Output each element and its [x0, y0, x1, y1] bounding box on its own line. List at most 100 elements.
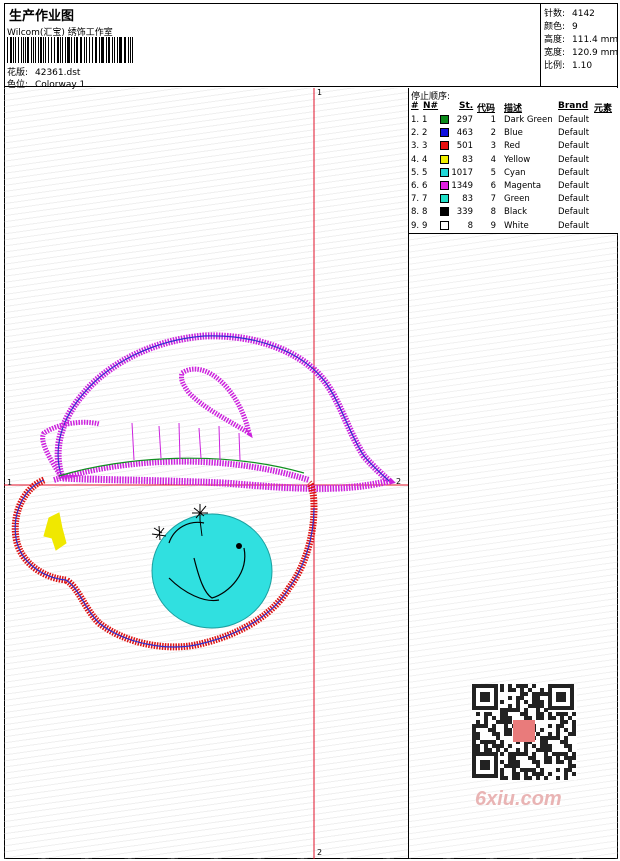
row-code: 6: [490, 181, 496, 191]
stat-scale: 比例: 1.10: [544, 61, 593, 71]
color-swatch: [440, 154, 449, 164]
embroidery-drawing: [4, 88, 408, 859]
row-code: 3: [490, 141, 496, 152]
table-row: 7. 7 83 7 Green Default: [409, 193, 618, 206]
row-desc: Yellow: [504, 154, 531, 165]
row-code: 8: [490, 207, 496, 218]
col-desc: 描述: [504, 104, 523, 114]
col-element: 元素: [594, 104, 613, 114]
row-stitches: 1017: [451, 167, 473, 178]
color-swatch: [440, 181, 449, 190]
row-brand: Default: [558, 154, 590, 165]
row-no: 4: [422, 154, 428, 165]
row-stitches: 339: [456, 207, 473, 218]
row-num: 4.: [411, 154, 420, 165]
color-swatch: [440, 115, 449, 124]
row-desc: Blue: [504, 128, 523, 139]
row-no: 5: [422, 167, 428, 178]
axis-label-right: 2: [396, 477, 402, 486]
row-desc: White: [504, 220, 529, 231]
row-num: 7.: [411, 194, 420, 205]
header-info: 生产作业图 Wilcom(汇宝) 绣饰工作室 花版: 42361.dst 色位: C…: [4, 3, 541, 90]
row-brand: Default: [558, 167, 590, 178]
col-brand: Brand: [558, 101, 589, 111]
row-no: 2: [422, 128, 428, 139]
yellow-accent: [43, 512, 67, 551]
row-num: 2.: [411, 128, 420, 139]
row-no: 1: [422, 115, 428, 125]
row-brand: Default: [558, 128, 590, 139]
stat-height: 高度: 111.4 mm: [544, 35, 619, 45]
row-brand: Default: [558, 181, 590, 191]
row-desc: Dark Green: [504, 115, 553, 125]
row-desc: Cyan: [504, 167, 526, 178]
row-code: 4: [490, 154, 496, 165]
row-num: 1.: [411, 115, 420, 125]
row-no: 3: [422, 141, 428, 152]
hat-shape: [40, 332, 396, 492]
row-desc: Red: [504, 141, 521, 152]
col-stitches: St.: [459, 101, 474, 111]
table-row: 6. 6 1349 6 Magenta Default: [409, 180, 618, 193]
row-stitches: 501: [456, 141, 473, 152]
stats-panel: 针数: 4142 颜色: 9 高度: 111.4 mm 宽度: 120.9 mm 比例:…: [541, 3, 618, 87]
ball-eye: [236, 543, 242, 549]
row-desc: Magenta: [504, 181, 542, 191]
smiley-ball: [151, 513, 273, 629]
row-num: 6.: [411, 181, 420, 191]
hat-feather: [179, 366, 253, 439]
axis-label-bottom: 2: [317, 848, 323, 857]
table-row: 2. 2 463 2 Blue Default: [409, 127, 618, 140]
stop-sequence-table: 停止顺序: # N# St. 代码 描述 Brand 元素 1. 1 297 1 Dar…: [409, 88, 618, 234]
stat-colors: 颜色: 9: [544, 22, 578, 32]
table-row: 8. 8 339 8 Black Default: [409, 206, 618, 219]
row-brand: Default: [558, 194, 590, 205]
side-panel: 停止顺序: # N# St. 代码 描述 Brand 元素 1. 1 297 1 Dar…: [409, 88, 618, 859]
table-row: 5. 5 1017 5 Cyan Default: [409, 167, 618, 180]
row-no: 7: [422, 194, 428, 205]
table-row: 3. 3 501 3 Red Default: [409, 140, 618, 153]
row-stitches: 83: [462, 154, 473, 165]
row-num: 9.: [411, 220, 420, 231]
table-row: 9. 9 8 9 White Default: [409, 220, 618, 233]
stat-width: 宽度: 120.9 mm: [544, 48, 619, 58]
hat-fringe: [131, 422, 241, 461]
color-swatch: [440, 194, 449, 204]
axis-label-left: 1: [7, 478, 13, 487]
page-title: 生产作业图: [9, 9, 75, 24]
color-swatch: [440, 207, 449, 217]
color-swatch: [440, 220, 449, 230]
row-stitches: 83: [462, 194, 473, 205]
row-stitches: 8: [467, 220, 473, 231]
barcode: [7, 37, 135, 63]
row-brand: Default: [558, 220, 590, 231]
row-num: 5.: [411, 167, 420, 178]
row-desc: Black: [504, 207, 527, 218]
row-desc: Green: [504, 194, 530, 205]
watermark-logo: 6xiu.com: [475, 788, 562, 810]
hat-band-green: [58, 457, 305, 477]
qr-code: [471, 684, 577, 780]
row-num: 8.: [411, 207, 420, 218]
row-no: 9: [422, 220, 428, 231]
row-code: 7: [490, 194, 496, 205]
color-swatch: [440, 167, 449, 177]
ball-body: [151, 513, 273, 629]
row-num: 3.: [411, 141, 420, 152]
table-row: 1. 1 297 1 Dark Green Default: [409, 114, 618, 127]
row-stitches: 1349: [451, 181, 473, 191]
hat-brim: [53, 458, 310, 483]
design-preview: 1 1 2 2: [4, 88, 409, 859]
color-swatch: [440, 128, 449, 138]
row-stitches: 463: [456, 128, 473, 139]
row-brand: Default: [558, 207, 590, 218]
row-code: 5: [490, 167, 496, 178]
row-code: 1: [490, 115, 496, 125]
row-stitches: 297: [456, 115, 473, 125]
row-no: 6: [422, 181, 428, 191]
col-num: #: [411, 101, 419, 111]
stat-stitches: 针数: 4142: [544, 9, 595, 19]
table-row: 4. 4 83 4 Yellow Default: [409, 154, 618, 167]
row-code: 2: [490, 128, 496, 139]
color-swatch: [440, 141, 449, 151]
